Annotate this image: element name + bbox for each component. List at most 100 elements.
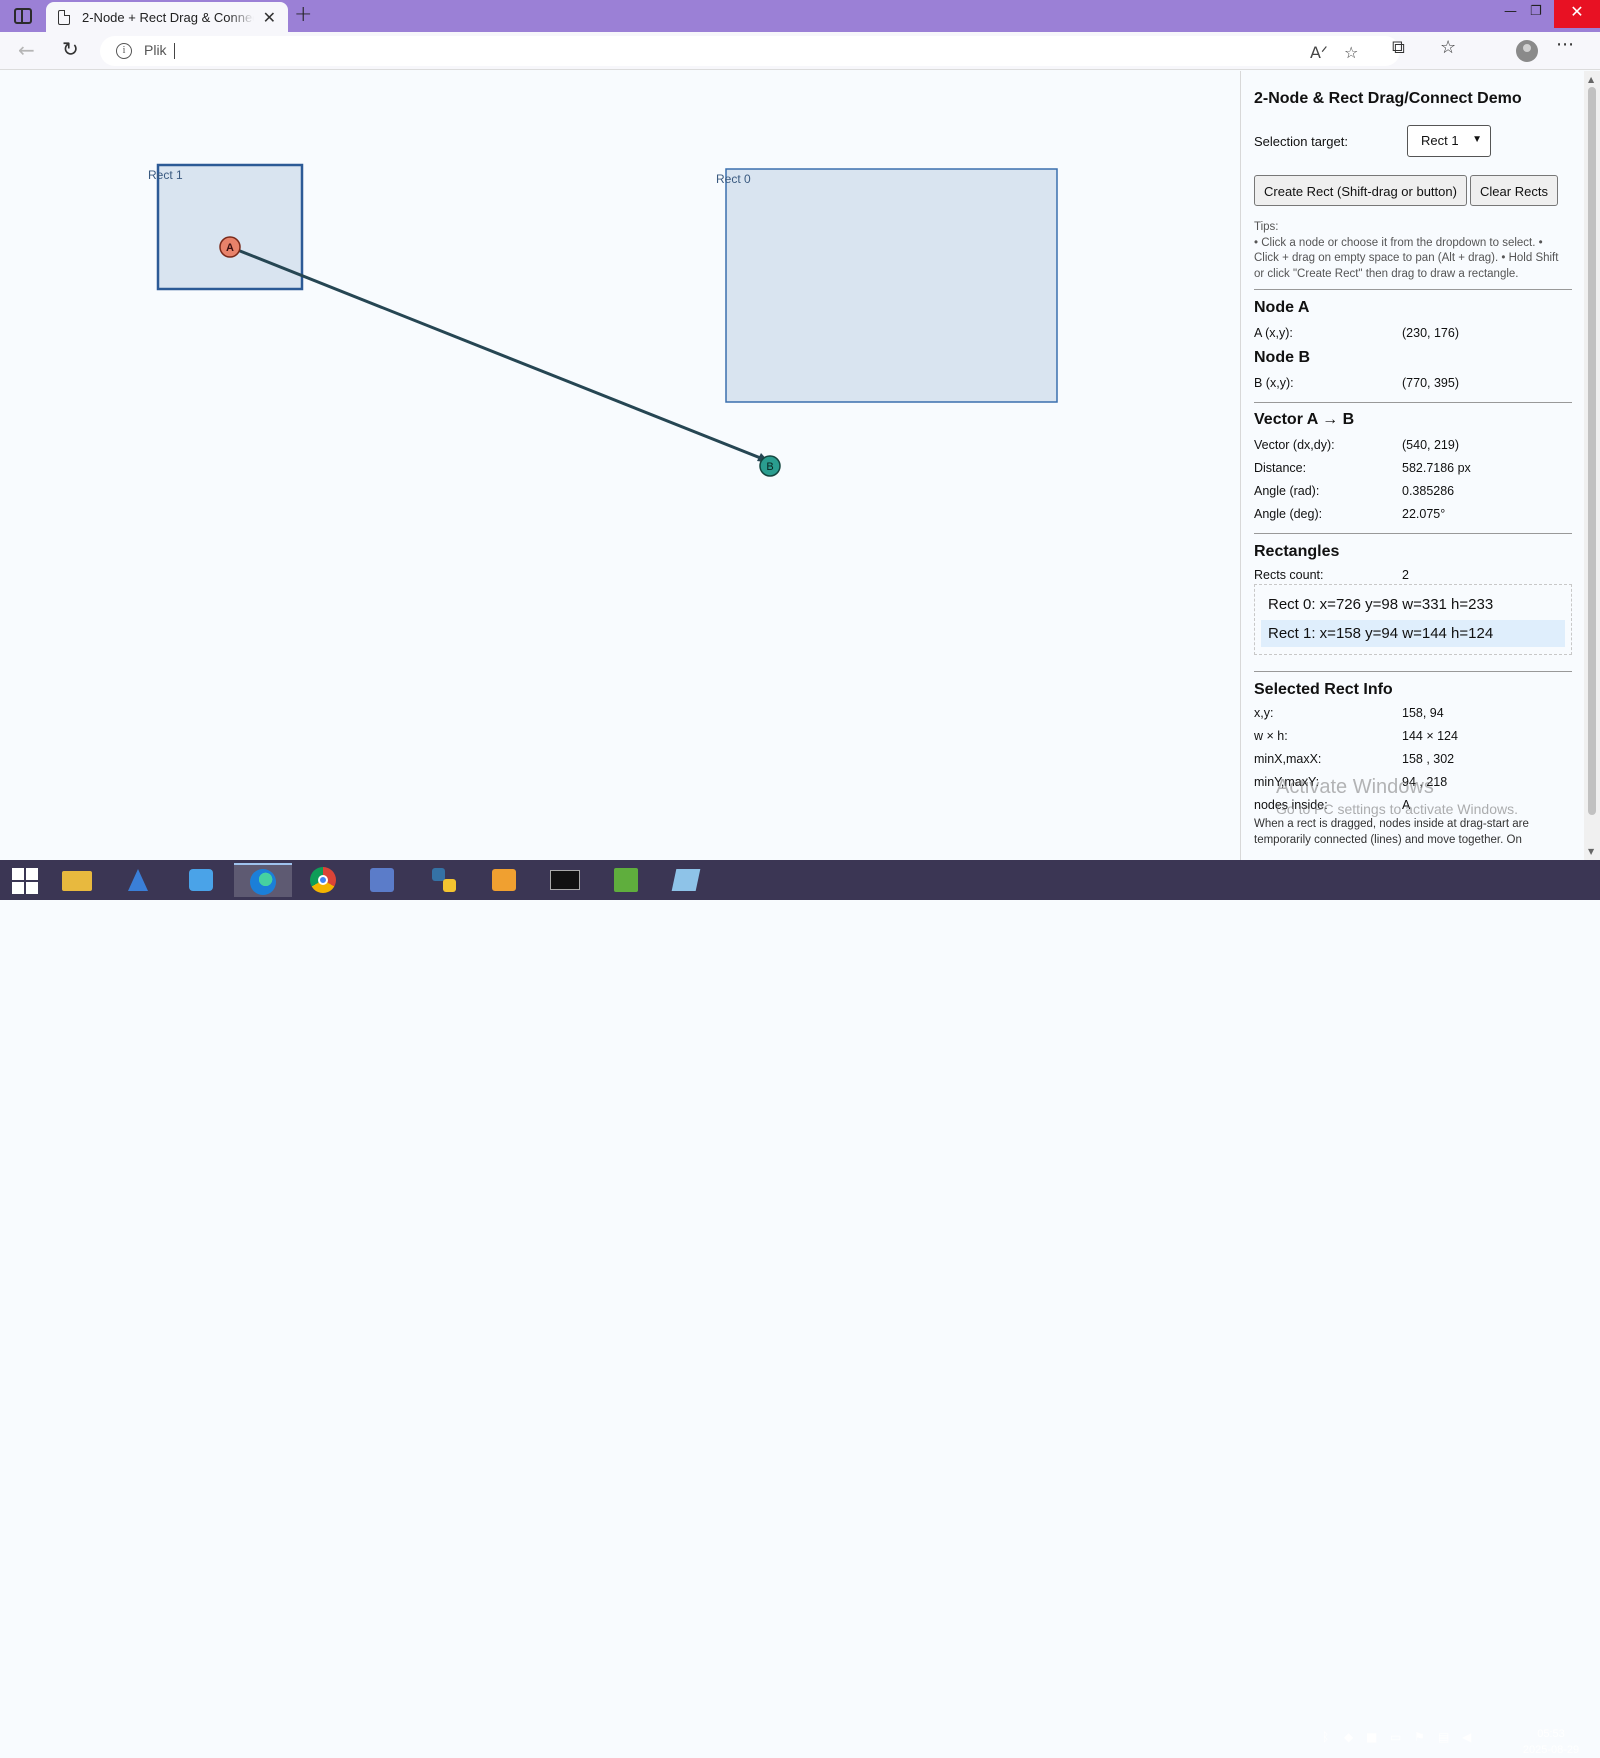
network-tool-icon[interactable] [354, 863, 412, 897]
edge-browser-icon[interactable] [234, 863, 292, 897]
shield-icon[interactable]: ◆ [1344, 1730, 1353, 1744]
rects-count-key: Rects count: [1254, 568, 1324, 582]
edge-a-b [229, 245, 764, 461]
display-icon[interactable]: ▭ [1390, 1730, 1401, 1744]
volume-icon[interactable]: ◀ [1462, 1730, 1471, 1744]
node-b-key: B (x,y): [1254, 376, 1294, 390]
xy-key: x,y: [1254, 706, 1274, 720]
reload-icon[interactable]: ↻ [62, 37, 79, 61]
address-bar: ← ↻ i Plik Aᐟ ☆ [0, 32, 1600, 70]
chevron-down-icon: ▼ [1472, 134, 1482, 145]
file-explorer-icon[interactable] [48, 863, 106, 897]
extensions-icon[interactable]: ⧉ [1392, 37, 1405, 58]
app-tray-icon[interactable]: ■ [1366, 1730, 1377, 1744]
new-tab-button[interactable]: + [294, 2, 312, 27]
vector-key: Vector (dx,dy): [1254, 438, 1335, 452]
browser-title-bar: 2-Node + Rect Drag & Connect Demo ✕ + — … [0, 0, 1600, 32]
wh-value: 144 × 124 [1402, 729, 1458, 743]
angle-deg-value: 22.075° [1402, 507, 1446, 521]
flag-alert-icon[interactable]: ⚑ [1414, 1730, 1425, 1744]
sidebar-toggle-icon[interactable] [14, 8, 32, 24]
chrome-browser-icon[interactable] [294, 863, 352, 897]
chart-app-icon[interactable] [598, 863, 656, 897]
list-item-selected[interactable]: Rect 1: x=158 y=94 w=144 h=124 [1261, 620, 1565, 647]
divider [1254, 533, 1572, 534]
distance-value: 582.7186 px [1402, 461, 1471, 475]
clock-date: 2025-08-29 [1522, 1744, 1580, 1756]
vector-value: (540, 219) [1402, 438, 1459, 452]
node-a-heading: Node A [1254, 299, 1310, 316]
python-icon[interactable] [416, 863, 474, 897]
profile-avatar-icon[interactable] [1516, 40, 1538, 62]
scroll-down-icon[interactable]: ▼ [1588, 847, 1594, 856]
panel-scrollbar[interactable]: ▲ ▼ [1584, 71, 1600, 860]
selection-target-label: Selection target: [1254, 134, 1348, 149]
list-item[interactable]: Rect 0: x=726 y=98 w=331 h=233 [1261, 591, 1565, 618]
info-panel: 2-Node & Rect Drag/Connect Demo Selectio… [1240, 71, 1584, 860]
selection-target-value: Rect 1 [1421, 133, 1459, 148]
add-favorite-icon[interactable]: ☆ [1344, 43, 1358, 62]
drawing-canvas[interactable]: Rect 0 Rect 1 A B [0, 71, 1240, 860]
vector-heading: Vector A → B [1254, 411, 1355, 428]
read-aloud-icon[interactable]: Aᐟ [1310, 43, 1328, 62]
tab-close-icon[interactable]: ✕ [263, 8, 276, 27]
divider [1254, 289, 1572, 290]
close-window-icon[interactable]: ✕ [1554, 0, 1600, 28]
minimize-icon[interactable]: — [1504, 4, 1517, 19]
clock-time: 05:53 [1537, 1728, 1565, 1740]
tab-active[interactable]: 2-Node + Rect Drag & Connect Demo ✕ [46, 2, 288, 32]
back-arrow-icon[interactable]: ← [18, 38, 35, 62]
document-icon [58, 9, 70, 25]
node-a-label: A [226, 242, 234, 254]
url-text: Plik [144, 42, 167, 58]
node-a-value: (230, 176) [1402, 326, 1459, 340]
taskbar: ᛒ ◆ ■ ▭ ⚑ ▤ ◀ 05:53 2025-08-29 [0, 860, 1600, 1756]
rect-1-label: Rect 1 [148, 168, 183, 182]
angle-rad-key: Angle (rad): [1254, 484, 1320, 498]
wh-key: w × h: [1254, 729, 1288, 743]
drag-note-text: When a rect is dragged, nodes inside at … [1254, 818, 1529, 846]
tab-title: 2-Node + Rect Drag & Connect Demo [82, 9, 254, 25]
windows-start-icon[interactable] [12, 868, 38, 894]
node-b-heading: Node B [1254, 349, 1310, 366]
activation-watermark-text: Go to PC settings to activate Windows. [1276, 801, 1518, 817]
scroll-thumb[interactable] [1588, 87, 1596, 815]
url-field[interactable]: i Plik Aᐟ ☆ [100, 36, 1400, 66]
angle-deg-key: Angle (deg): [1254, 507, 1323, 521]
divider [1254, 402, 1572, 403]
info-icon[interactable]: i [116, 43, 132, 59]
create-rect-button[interactable]: Create Rect (Shift-drag or button) [1254, 175, 1467, 206]
node-b-value: (770, 395) [1402, 376, 1459, 390]
terminal-icon[interactable] [536, 863, 594, 897]
rectangles-heading: Rectangles [1254, 543, 1340, 560]
rect-0[interactable] [725, 168, 1058, 403]
divider [1254, 671, 1572, 672]
clear-rects-button[interactable]: Clear Rects [1470, 175, 1558, 206]
rect-0-label: Rect 0 [716, 172, 751, 186]
rects-count-value: 2 [1402, 568, 1409, 582]
selected-rect-heading: Selected Rect Info [1254, 681, 1393, 698]
node-a-key: A (x,y): [1254, 326, 1293, 340]
rect-1[interactable] [156, 163, 304, 291]
media-player-icon[interactable] [476, 863, 534, 897]
bluetooth-icon[interactable]: ᛒ [1322, 1730, 1329, 1744]
activation-watermark-title: Activate Windows [1276, 776, 1434, 798]
canvas-svg[interactable]: Rect 0 Rect 1 A B [0, 71, 1240, 860]
network-icon[interactable]: ▤ [1438, 1730, 1449, 1744]
minmax-x-value: 158 , 302 [1402, 752, 1455, 766]
rect-list: Rect 0: x=726 y=98 w=331 h=233 Rect 1: x… [1254, 584, 1572, 655]
notes-app-icon[interactable] [658, 863, 716, 897]
more-menu-icon[interactable]: ⋯ [1556, 34, 1574, 55]
node-b-label: B [766, 461, 773, 473]
clock[interactable]: 05:53 2025-08-29 [1516, 1726, 1586, 1758]
favorites-icon[interactable]: ☆ [1440, 37, 1456, 58]
scroll-up-icon[interactable]: ▲ [1588, 75, 1594, 84]
tips-text: Tips: • Click a node or choose it from t… [1254, 221, 1559, 280]
search-app-icon[interactable] [172, 863, 230, 897]
angle-rad-value: 0.385286 [1402, 484, 1455, 498]
minmax-x-key: minX,maxX: [1254, 752, 1322, 766]
selection-target-select[interactable]: Rect 1 ▼ [1407, 125, 1491, 157]
maximize-icon[interactable]: ❐ [1530, 4, 1542, 19]
panel-title: 2-Node & Rect Drag/Connect Demo [1254, 90, 1522, 107]
shark-app-icon[interactable] [110, 863, 168, 897]
